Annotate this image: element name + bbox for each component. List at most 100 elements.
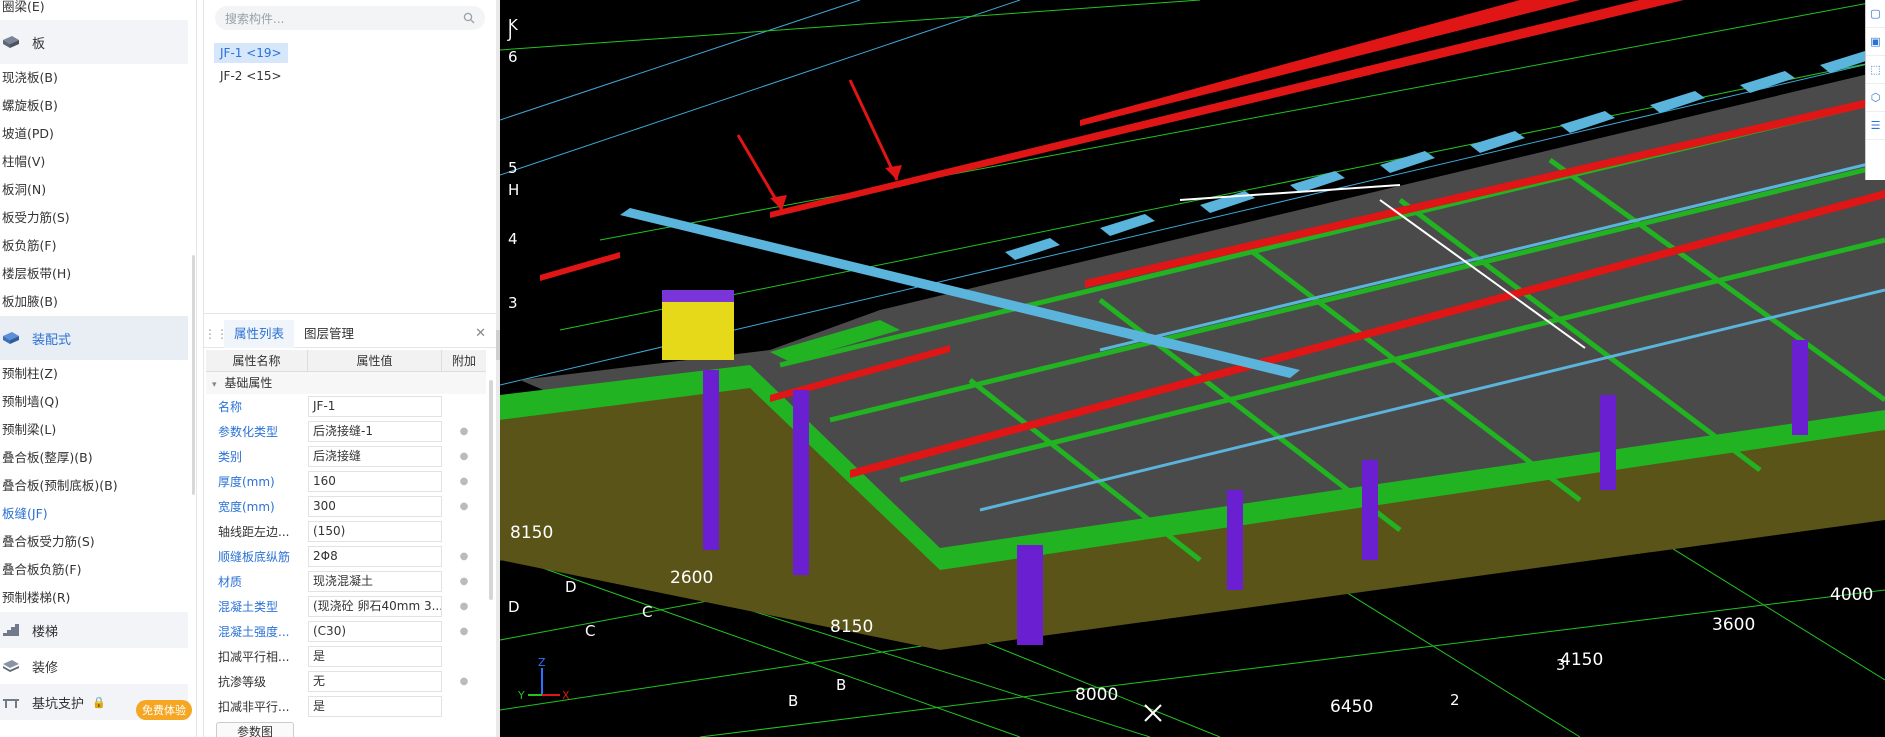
nav-item-prefab-1[interactable]: 预制墙(Q) <box>0 388 196 416</box>
nav-group-prefab-label: 装配式 <box>32 332 72 348</box>
trial-badge[interactable]: 免费体验 <box>136 700 192 720</box>
property-value-field[interactable]: (C30) <box>308 621 442 642</box>
property-panel: 搜索构件... JF-1 <19> JF-2 <15> ⋮⋮ 属性列表 图层管理… <box>203 0 496 737</box>
nav-group-prefab[interactable]: 装配式 <box>0 316 188 360</box>
property-value-field[interactable]: 160 <box>308 471 442 492</box>
property-row: 厚度(mm) 160 ● <box>206 469 486 494</box>
nav-scrollbar[interactable] <box>192 255 195 495</box>
property-value-field[interactable]: 现浇混凝土 <box>308 571 442 592</box>
nav-item-prefab-3[interactable]: 叠合板(整厚)(B) <box>0 444 196 472</box>
property-name: 抗渗等级 <box>218 675 267 689</box>
component-search[interactable]: 搜索构件... <box>215 6 485 30</box>
section-basic-label: 基础属性 <box>224 376 273 390</box>
property-value-field[interactable]: 无 <box>308 671 442 692</box>
nav-item-prefab-7[interactable]: 叠合板负筋(F) <box>0 556 196 584</box>
view-cube-icon[interactable]: ▢ <box>1866 0 1885 28</box>
axis-bubble: C <box>585 622 595 640</box>
param-diagram-button[interactable]: 参数图 <box>216 722 294 737</box>
property-value-field[interactable]: 是 <box>308 696 442 717</box>
view-list-icon[interactable]: ☰ <box>1866 112 1885 140</box>
property-tabbar: ⋮⋮ 属性列表 图层管理 ✕ <box>204 319 496 348</box>
property-row: 混凝土类型 (现浇砼 卵石40mm 3... ● <box>206 594 486 619</box>
property-scrollbar[interactable] <box>489 380 493 600</box>
property-value-field[interactable]: 2Φ8 <box>308 546 442 567</box>
nav-item-slab-1[interactable]: 螺旋板(B) <box>0 92 196 120</box>
property-value-field[interactable]: 后浇接缝 <box>308 446 442 467</box>
extra-checkbox-icon[interactable]: ● <box>442 676 486 687</box>
nav-item-prefab-0[interactable]: 预制柱(Z) <box>0 360 196 388</box>
property-table: 属性名称 属性值 附加 ▾ 基础属性 名称 JF-1 参数化类型 后浇接缝-1 ● 类别后… <box>206 350 486 719</box>
extra-checkbox-icon[interactable]: ● <box>442 476 486 487</box>
3d-scene[interactable]: K J 6 5 H 4 3 8150 2600 8150 8000 6450 4… <box>500 0 1885 737</box>
extra-checkbox-icon[interactable]: ● <box>442 551 486 562</box>
dim-label: 8000 <box>1075 685 1118 705</box>
property-row: 顺缝板底纵筋 2Φ8 ● <box>206 544 486 569</box>
extra-checkbox-icon[interactable]: ● <box>442 601 486 612</box>
component-list: JF-1 <19> JF-2 <15> <box>204 38 496 314</box>
collapse-icon[interactable]: ▾ <box>212 380 217 390</box>
tab-layers[interactable]: 图层管理 <box>294 320 364 348</box>
nav-item-slab-0[interactable]: 现浇板(B) <box>0 64 196 92</box>
axis-bubble: 2 <box>1450 691 1460 709</box>
nav-group-decor[interactable]: 装修 <box>0 648 188 684</box>
nav-item-prefab-6[interactable]: 叠合板受力筋(S) <box>0 528 196 556</box>
extra-checkbox-icon[interactable]: ● <box>442 451 486 462</box>
nav-item-slab-5[interactable]: 板受力筋(S) <box>0 204 196 232</box>
close-icon[interactable]: ✕ <box>475 326 486 341</box>
nav-item-slab-2[interactable]: 坡道(PD) <box>0 120 196 148</box>
axis-bubble: D <box>565 578 577 596</box>
property-value-field[interactable]: (150) <box>308 521 442 542</box>
property-row: 材质 现浇混凝土 ● <box>206 569 486 594</box>
nav-item-slab-7[interactable]: 楼层板带(H) <box>0 260 196 288</box>
dim-label: 6450 <box>1330 697 1373 717</box>
component-item-jf1[interactable]: JF-1 <19> <box>214 43 288 63</box>
tab-properties[interactable]: 属性列表 <box>224 319 295 348</box>
axis-label: 5 <box>508 159 518 177</box>
drag-handle-icon[interactable]: ⋮⋮ <box>204 327 228 341</box>
property-value-field[interactable]: (现浇砼 卵石40mm 3... <box>308 596 442 617</box>
view-select-icon[interactable]: ⬚ <box>1866 56 1885 84</box>
lock-icon: 🔒 <box>92 695 106 709</box>
search-icon[interactable] <box>463 12 475 24</box>
property-name: 名称 <box>218 400 243 414</box>
property-name: 扣减平行相... <box>218 650 290 664</box>
nav-group-stair[interactable]: 楼梯 <box>0 612 188 648</box>
view-top-icon[interactable]: ▣ <box>1866 28 1885 56</box>
nav-item-prefab-5[interactable]: 板缝(JF) <box>0 500 196 528</box>
nav-item-slab-3[interactable]: 柱帽(V) <box>0 148 196 176</box>
extra-checkbox-icon[interactable]: ● <box>442 576 486 587</box>
property-value-field[interactable]: 300 <box>308 496 442 517</box>
property-value-field[interactable]: 后浇接缝-1 <box>308 421 442 442</box>
search-input[interactable]: 搜索构件... <box>225 10 463 27</box>
decor-icon <box>3 660 19 672</box>
nav-item-prefab-2[interactable]: 预制梁(L) <box>0 416 196 444</box>
cursor-cross <box>1144 704 1162 722</box>
component-item-jf2[interactable]: JF-2 <15> <box>214 66 288 86</box>
yellow-column-cap <box>662 290 734 302</box>
nav-item-prefab-4[interactable]: 叠合板(预制底板)(B) <box>0 472 196 500</box>
col-value: 属性值 <box>308 350 442 371</box>
nav-item-ring-beam[interactable]: 圈梁(E) <box>0 0 196 14</box>
axis-label: 4 <box>508 230 518 248</box>
property-row: 扣减非平行... 是 <box>206 694 486 719</box>
nav-item-slab-4[interactable]: 板洞(N) <box>0 176 196 204</box>
property-row: 类别 后浇接缝 ● <box>206 444 486 469</box>
extra-checkbox-icon[interactable]: ● <box>442 626 486 637</box>
view-iso-icon[interactable]: ⬡ <box>1866 84 1885 112</box>
gizmo-y: Y <box>517 689 525 702</box>
nav-item-slab-8[interactable]: 板加腋(B) <box>0 288 196 316</box>
nav-group-slab[interactable]: 板 <box>0 20 188 64</box>
nav-item-prefab-8[interactable]: 预制楼梯(R) <box>0 584 196 612</box>
property-name: 参数化类型 <box>218 425 279 439</box>
extra-checkbox-icon[interactable]: ● <box>442 426 486 437</box>
property-name: 厚度(mm) <box>218 475 275 489</box>
dim-label: 3600 <box>1712 615 1755 635</box>
dim-label: 8150 <box>510 523 553 543</box>
property-value-field[interactable]: 是 <box>308 646 442 667</box>
3d-viewport[interactable]: K J 6 5 H 4 3 8150 2600 8150 8000 6450 4… <box>500 0 1885 737</box>
nav-item-slab-6[interactable]: 板负筋(F) <box>0 232 196 260</box>
property-value-field[interactable]: JF-1 <box>308 396 442 417</box>
nav-group-pit-label: 基坑支护 <box>32 696 85 712</box>
section-basic[interactable]: ▾ 基础属性 <box>206 372 486 394</box>
extra-checkbox-icon[interactable]: ● <box>442 501 486 512</box>
